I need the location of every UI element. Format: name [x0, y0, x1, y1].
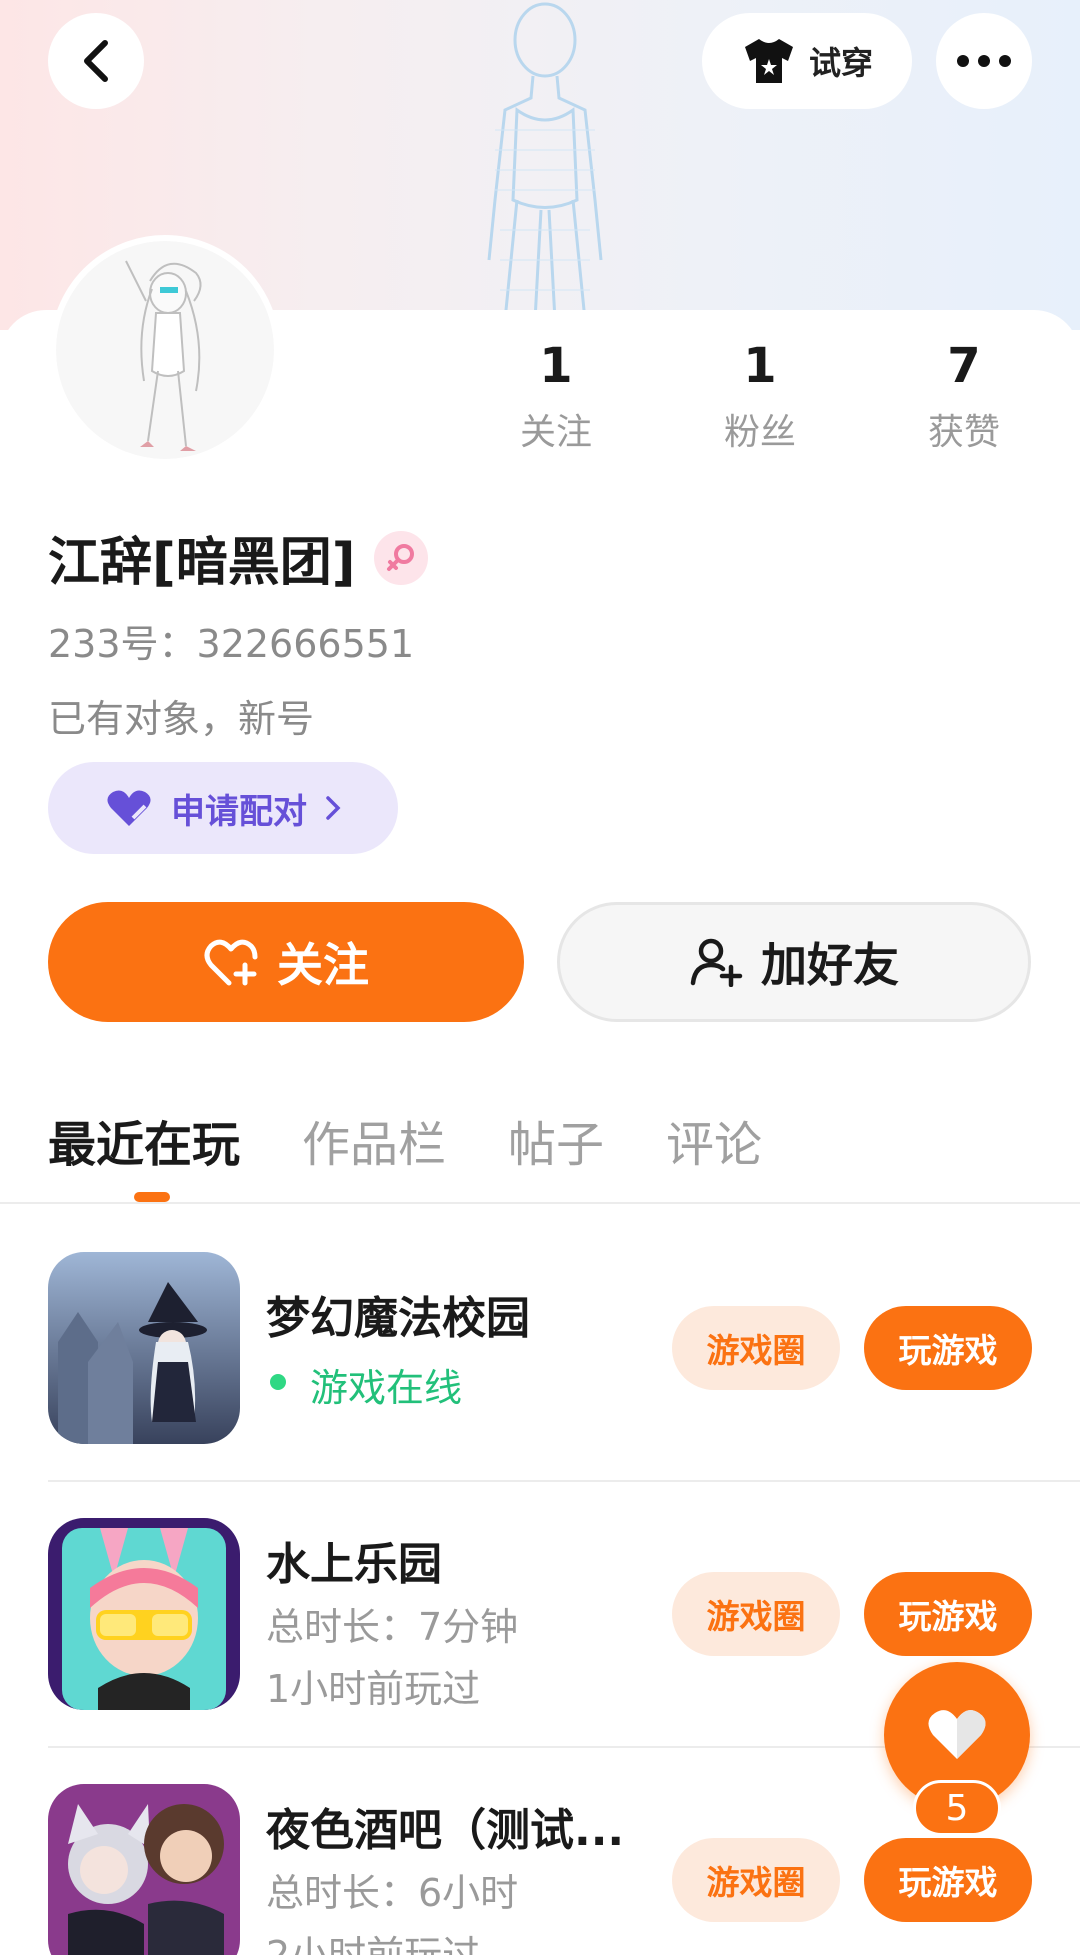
female-icon — [373, 530, 428, 585]
game-playtime: 总时长：6小时 — [266, 1871, 519, 1915]
stat-value: 1 — [743, 338, 777, 394]
stat-fans[interactable]: 1 粉丝 — [680, 340, 840, 455]
user-id: 233号：322666551 — [48, 622, 415, 666]
add-friend-button[interactable]: 加好友 — [557, 902, 1031, 1022]
user-bio: 已有对象，新号 — [48, 697, 315, 741]
tshirt-icon — [744, 39, 793, 83]
game-icon — [48, 1518, 240, 1710]
game-icon — [48, 1252, 240, 1444]
more-button[interactable] — [936, 13, 1032, 109]
game-last-played: 2小时前玩过 — [266, 1933, 481, 1955]
game-title: 梦幻魔法校园 — [266, 1293, 530, 1344]
play-game-button[interactable]: 玩游戏 — [864, 1306, 1032, 1390]
user-name: 江辞[暗黑团] — [48, 533, 356, 593]
follow-button[interactable]: 关注 — [48, 902, 524, 1022]
stat-likes[interactable]: 7 获赞 — [884, 340, 1044, 455]
stat-value: 7 — [947, 338, 981, 394]
like-count-badge: 5 — [913, 1780, 1001, 1836]
follow-label: 关注 — [277, 938, 369, 992]
back-button[interactable] — [48, 13, 144, 109]
back-icon — [84, 40, 108, 82]
request-pairing-button[interactable]: 申请配对 — [48, 762, 398, 854]
name-row: 江辞[暗黑团] — [48, 520, 428, 595]
game-circle-button[interactable]: 游戏圈 — [672, 1306, 840, 1390]
tab-works[interactable]: 作品栏 — [302, 1105, 446, 1175]
online-status-dot — [270, 1374, 286, 1390]
heart-icon — [928, 1710, 986, 1759]
game-circle-button[interactable]: 游戏圈 — [672, 1572, 840, 1656]
profile-tabs: 最近在玩 作品栏 帖子 评论 — [48, 1105, 762, 1175]
game-status: 游戏在线 — [310, 1366, 463, 1410]
chevron-right-icon — [326, 796, 341, 820]
tab-comments[interactable]: 评论 — [666, 1105, 762, 1175]
avatar-character-image — [56, 241, 274, 459]
game-circle-button[interactable]: 游戏圈 — [672, 1838, 840, 1922]
heart-plus-icon — [204, 939, 258, 986]
game-item[interactable]: 梦幻魔法校园 游戏在线 游戏圈 玩游戏 — [48, 1252, 1080, 1517]
try-on-button[interactable]: 试穿 — [702, 13, 912, 109]
more-icon — [957, 55, 1011, 67]
divider — [48, 1480, 1080, 1482]
avatar[interactable] — [50, 235, 280, 465]
stat-label: 关注 — [519, 411, 592, 453]
play-game-button[interactable]: 玩游戏 — [864, 1838, 1032, 1922]
game-last-played: 1小时前玩过 — [266, 1667, 481, 1711]
add-user-icon — [690, 938, 743, 987]
game-title: 夜色酒吧（测试... — [266, 1805, 625, 1856]
stat-label: 粉丝 — [723, 411, 796, 453]
game-title: 水上乐园 — [266, 1539, 442, 1590]
add-friend-label: 加好友 — [761, 938, 899, 992]
stat-value: 1 — [539, 338, 573, 394]
heart-icon — [107, 790, 151, 826]
play-game-button[interactable]: 玩游戏 — [864, 1572, 1032, 1656]
active-tab-indicator — [134, 1192, 170, 1202]
stat-label: 获赞 — [927, 411, 1000, 453]
game-playtime: 总时长：7分钟 — [266, 1605, 519, 1649]
tab-posts[interactable]: 帖子 — [508, 1105, 604, 1175]
try-on-label: 试穿 — [808, 44, 873, 82]
tab-recently-played[interactable]: 最近在玩 — [48, 1105, 240, 1175]
stat-following[interactable]: 1 关注 — [476, 340, 636, 455]
avatar-3d-figure — [487, 2, 603, 320]
game-icon — [48, 1784, 240, 1955]
request-pairing-label: 申请配对 — [171, 791, 307, 832]
divider — [0, 1202, 1080, 1204]
